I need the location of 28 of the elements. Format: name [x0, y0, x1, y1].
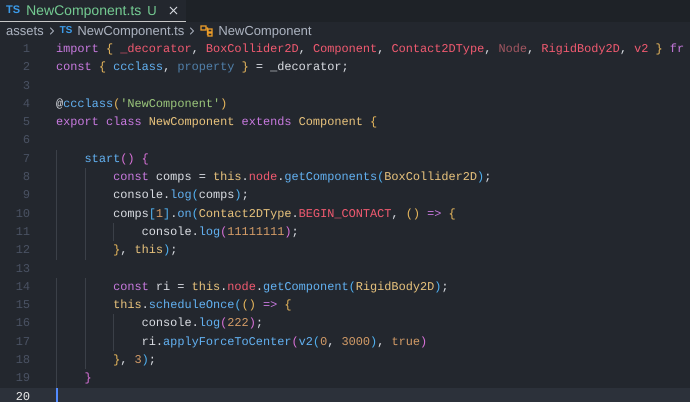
typescript-icon: TS [6, 2, 20, 19]
code-line: }, this); [112, 243, 178, 258]
code-line: start() { [84, 152, 149, 166]
code-line: const ri = this.node.getComponent(RigidBody2D); [112, 280, 449, 294]
code-line: import { _decorator, BoxCollider2D, Component, Contact2DType, Node, RigidBody2D, v2 } fr [56, 42, 684, 56]
breadcrumb-file[interactable]: NewComponent.ts [77, 20, 184, 40]
breadcrumb-symbol[interactable]: NewComponent [218, 20, 312, 40]
code-line: export class NewComponent extends Component { [56, 115, 378, 130]
code-line: console.log(222); [140, 316, 263, 330]
line-number: 20 [14, 388, 30, 402]
class-symbol-icon [200, 24, 214, 36]
code-line: comps[1].on(Contact2DType.BEGIN_CONTACT, () => { [112, 206, 456, 221]
code-line: console.log(11111111); [140, 224, 299, 239]
editor-tab[interactable]: TS NewComponent.ts U [0, 0, 186, 22]
code-line: const comps = this.node.getComponents(BoxCollider2D); [112, 170, 492, 184]
code-line: const { ccclass, property } = _decorator; [56, 60, 349, 74]
code-line: this.scheduleOnce(() => { [112, 298, 292, 312]
close-icon[interactable] [166, 4, 180, 17]
untracked-status: U [147, 2, 157, 20]
code-line: }, 3); [112, 353, 156, 368]
text-cursor [56, 388, 58, 402]
tab-title: NewComponent.ts [26, 1, 142, 20]
code-line: ri.applyForceToCenter(v2(0, 3000), true) [140, 334, 428, 349]
typescript-icon: TS [60, 23, 72, 38]
code-line: } [84, 371, 92, 386]
code-line: @ccclass('NewComponent') [56, 96, 228, 111]
code-line: console.log(comps); [112, 188, 249, 202]
breadcrumb-folder[interactable]: assets [6, 20, 44, 40]
